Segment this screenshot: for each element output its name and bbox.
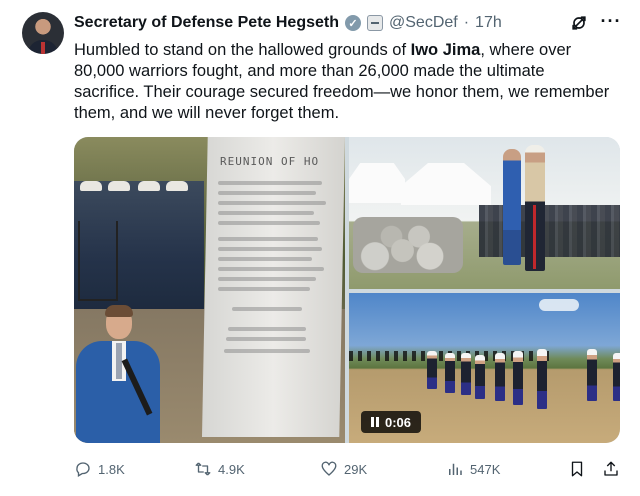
like-count: 29K bbox=[344, 461, 368, 477]
repost-button[interactable]: 4.9K bbox=[194, 458, 245, 480]
reply-icon bbox=[76, 462, 90, 477]
tweet-text-bold: Iwo Jima bbox=[410, 41, 481, 59]
analytics-icon bbox=[449, 463, 462, 475]
repost-count: 4.9K bbox=[218, 461, 245, 477]
verified-badge-icon[interactable]: ✓ bbox=[345, 15, 361, 31]
video-duration: 0:06 bbox=[384, 414, 412, 430]
plaque-title: REUNION OF HO bbox=[220, 155, 320, 168]
views-count: 547K bbox=[470, 461, 501, 477]
speaker-person bbox=[74, 305, 162, 443]
media-photo-plaque-speaker[interactable]: REUNION OF HO bbox=[74, 137, 345, 443]
author-handle[interactable]: @SecDef bbox=[389, 14, 458, 32]
tweet-card: Secretary of Defense Pete Hegseth ✓ @Sec… bbox=[0, 0, 640, 496]
more-options-icon[interactable]: ··· bbox=[600, 10, 622, 32]
author-name[interactable]: Secretary of Defense Pete Hegseth bbox=[74, 14, 339, 32]
author-avatar[interactable] bbox=[22, 12, 64, 54]
government-affiliate-icon[interactable] bbox=[367, 15, 383, 31]
tweet-text: Humbled to stand on the hallowed grounds… bbox=[74, 40, 614, 124]
memorial-plaque: REUNION OF HO bbox=[202, 137, 345, 437]
repost-icon bbox=[195, 462, 211, 476]
bookmark-button[interactable] bbox=[568, 458, 586, 480]
media-grid: REUNION OF HO 0:06 bbox=[74, 137, 620, 443]
like-button[interactable]: 29K bbox=[320, 458, 367, 480]
grok-icon[interactable] bbox=[568, 12, 590, 34]
rock-memorial bbox=[353, 217, 463, 273]
tweet-header: Secretary of Defense Pete Hegseth ✓ @Sec… bbox=[74, 12, 502, 34]
separator: · bbox=[463, 14, 470, 31]
share-button[interactable] bbox=[602, 458, 620, 480]
bookmark-icon bbox=[571, 461, 583, 477]
reply-button[interactable]: 1.8K bbox=[74, 458, 125, 480]
tweet-text-part-1: Humbled to stand on the hallowed grounds… bbox=[74, 41, 411, 59]
pause-icon[interactable] bbox=[370, 417, 379, 427]
media-photo-memorial[interactable] bbox=[349, 137, 620, 289]
video-duration-badge[interactable]: 0:06 bbox=[361, 411, 421, 433]
timestamp[interactable]: 17h bbox=[475, 14, 502, 32]
share-icon bbox=[604, 461, 618, 476]
views-button[interactable]: 547K bbox=[446, 458, 500, 480]
reply-count: 1.8K bbox=[98, 461, 125, 477]
action-bar: 1.8K 4.9K 29K 547K bbox=[74, 458, 622, 480]
heart-icon bbox=[321, 461, 337, 476]
